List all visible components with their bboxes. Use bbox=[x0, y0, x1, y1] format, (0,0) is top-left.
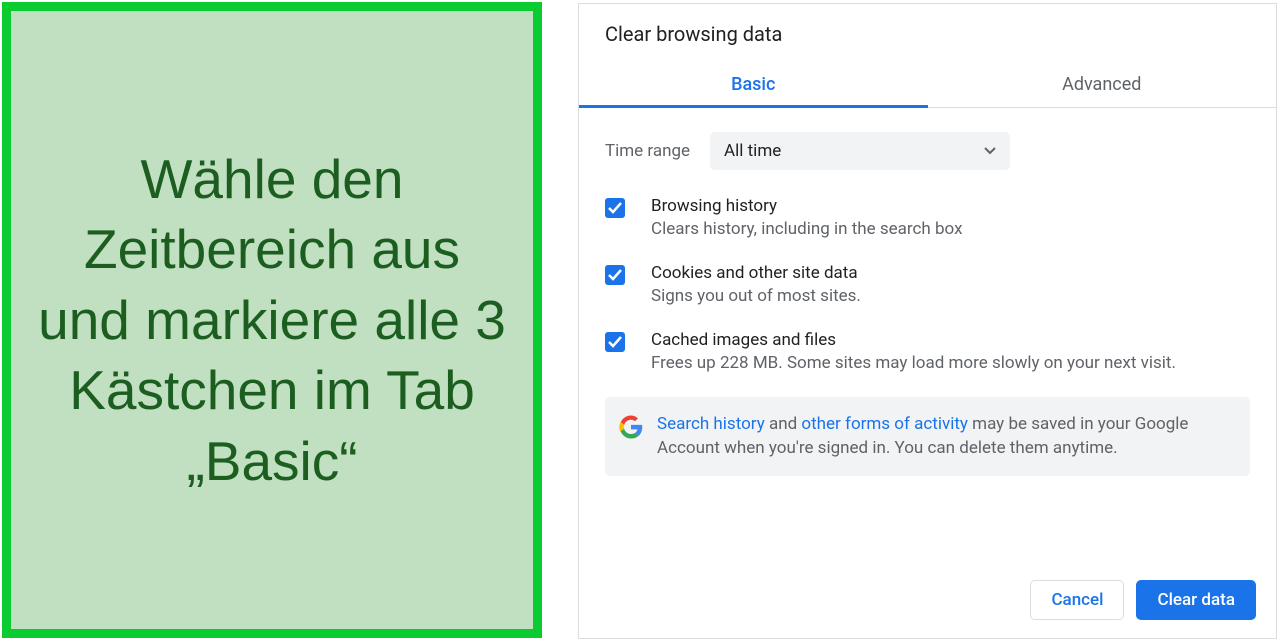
option-title: Browsing history bbox=[651, 196, 1250, 216]
info-text: Search history and other forms of activi… bbox=[657, 413, 1234, 461]
tabs: Basic Advanced bbox=[579, 64, 1276, 108]
instruction-panel: Wähle den Zeitbereich aus und markiere a… bbox=[2, 2, 542, 638]
dialog-footer: Cancel Clear data bbox=[579, 566, 1276, 638]
link-other-activity[interactable]: other forms of activity bbox=[801, 414, 968, 434]
option-desc: Clears history, including in the search … bbox=[651, 218, 1250, 241]
option-desc: Signs you out of most sites. bbox=[651, 285, 1250, 308]
google-logo-icon bbox=[619, 415, 643, 439]
option-text: Cached images and files Frees up 228 MB.… bbox=[651, 330, 1250, 375]
tab-basic[interactable]: Basic bbox=[579, 64, 928, 107]
tab-advanced[interactable]: Advanced bbox=[928, 64, 1277, 107]
time-range-label: Time range bbox=[605, 141, 690, 161]
option-title: Cookies and other site data bbox=[651, 263, 1250, 283]
info-text-mid: and bbox=[765, 414, 802, 434]
option-desc: Frees up 228 MB. Some sites may load mor… bbox=[651, 352, 1250, 375]
option-cached: Cached images and files Frees up 228 MB.… bbox=[605, 330, 1250, 375]
clear-data-button[interactable]: Clear data bbox=[1136, 580, 1256, 620]
checkbox-cookies[interactable] bbox=[605, 265, 625, 285]
option-title: Cached images and files bbox=[651, 330, 1250, 350]
time-range-value: All time bbox=[724, 141, 781, 161]
time-range-select[interactable]: All time bbox=[710, 132, 1010, 170]
time-range-row: Time range All time bbox=[605, 132, 1250, 170]
checkbox-cached[interactable] bbox=[605, 332, 625, 352]
option-cookies: Cookies and other site data Signs you ou… bbox=[605, 263, 1250, 308]
dialog-content: Time range All time Browsing history Cle… bbox=[579, 108, 1276, 566]
checkbox-browsing-history[interactable] bbox=[605, 198, 625, 218]
chevron-down-icon bbox=[984, 147, 996, 155]
option-browsing-history: Browsing history Clears history, includi… bbox=[605, 196, 1250, 241]
link-search-history[interactable]: Search history bbox=[657, 414, 765, 434]
clear-browsing-data-dialog: Clear browsing data Basic Advanced Time … bbox=[578, 3, 1277, 639]
dialog-title: Clear browsing data bbox=[579, 4, 1276, 64]
google-info-box: Search history and other forms of activi… bbox=[605, 397, 1250, 477]
cancel-button[interactable]: Cancel bbox=[1030, 580, 1124, 620]
option-text: Cookies and other site data Signs you ou… bbox=[651, 263, 1250, 308]
option-text: Browsing history Clears history, includi… bbox=[651, 196, 1250, 241]
instruction-text: Wähle den Zeitbereich aus und markiere a… bbox=[31, 144, 513, 496]
